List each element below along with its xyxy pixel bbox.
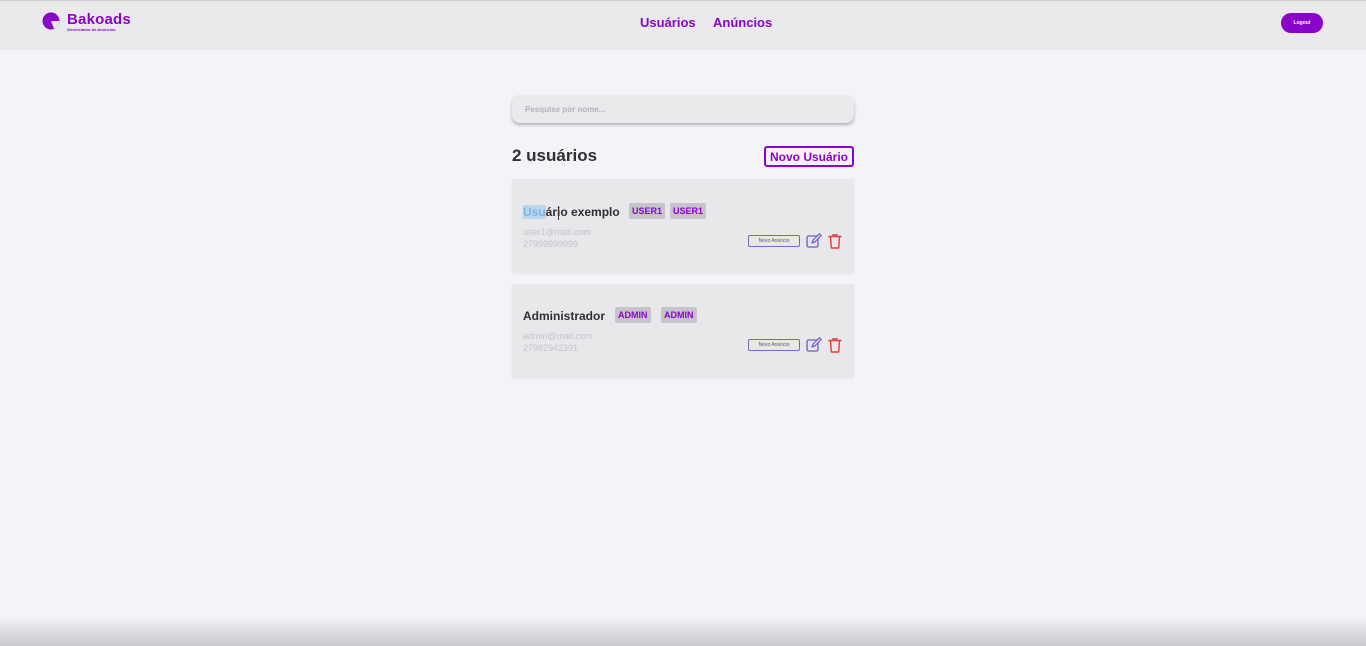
search-input[interactable]: [512, 95, 854, 123]
logout-button[interactable]: Logout: [1281, 13, 1323, 33]
role-badge: ADMIN: [661, 307, 697, 323]
user-email: admin@mail.com: [523, 331, 593, 341]
user-name-selected-text: Usu: [523, 205, 546, 219]
new-user-button[interactable]: Novo Usuário: [764, 146, 854, 167]
trash-icon[interactable]: [827, 337, 843, 353]
user-card: Administrador ADMIN ADMIN admin@mail.com…: [512, 284, 854, 378]
user-name-rest: ário exemplo: [545, 205, 620, 219]
user-card: Usuário exemplo USER1 USER1 user1@mail.c…: [512, 179, 854, 273]
nav-link-users[interactable]: Usuários: [640, 15, 696, 30]
role-badge: USER1: [629, 203, 666, 219]
user-email: user1@mail.com: [523, 227, 591, 237]
brand-tagline: Gerenciador de Anúncios: [67, 27, 116, 32]
edit-icon[interactable]: [806, 337, 822, 353]
brand-logo-icon: [42, 12, 60, 30]
top-navbar: Bakoads Gerenciador de Anúncios Usuários…: [0, 0, 1366, 50]
trash-icon[interactable]: [827, 233, 843, 249]
user-phone: 27992942391: [523, 343, 579, 353]
user-phone: 27999999999: [523, 239, 579, 249]
edit-icon[interactable]: [806, 233, 822, 249]
users-count-title: 2 usuários: [512, 146, 598, 165]
text-cursor: [558, 206, 559, 220]
new-ad-button[interactable]: Novo Anúncio: [748, 339, 800, 351]
nav-link-ads[interactable]: Anúncios: [713, 15, 772, 30]
brand-name: Bakoads: [67, 11, 131, 28]
role-badge: USER1: [670, 203, 707, 219]
new-ad-button[interactable]: Novo Anúncio: [748, 235, 800, 247]
role-badge: ADMIN: [615, 307, 651, 323]
user-name: Usuário exemplo: [523, 205, 620, 219]
bottom-shade: [0, 616, 1366, 646]
user-name: Administrador: [523, 309, 606, 323]
